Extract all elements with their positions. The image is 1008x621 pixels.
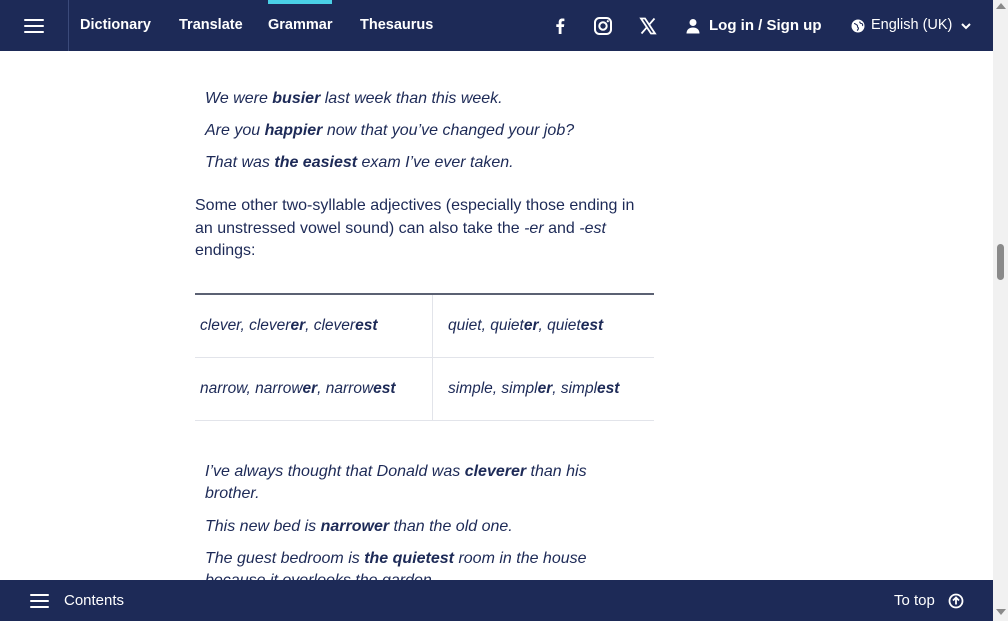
scroll-up-arrow-icon[interactable]: [996, 3, 1006, 9]
table-row: narrow, narrower, narrowest simple, simp…: [195, 357, 654, 421]
to-top-button[interactable]: To top: [894, 580, 964, 621]
chevron-down-icon: [961, 22, 972, 29]
contents-button[interactable]: Contents: [30, 580, 124, 621]
language-selector[interactable]: English (UK): [851, 0, 972, 51]
scroll-down-arrow-icon[interactable]: [996, 609, 1006, 615]
nav-link-dictionary[interactable]: Dictionary: [80, 0, 151, 51]
bottom-bar: Contents To top: [0, 580, 993, 621]
example-sentence: We were busier last week than this week.: [205, 90, 503, 107]
adjective-forms-table: clever, cleverer, cleverest quiet, quiet…: [195, 293, 654, 421]
arrow-up-circle-icon: [948, 593, 964, 608]
language-label: English (UK): [871, 17, 953, 33]
table-cell: simple, simpler, simplest: [432, 357, 654, 421]
top-nav-bar: Dictionary Translate Grammar Thesaurus L…: [0, 0, 993, 51]
example-sentence: Are you happier now that you’ve changed …: [205, 122, 575, 139]
page-scrollbar[interactable]: [993, 0, 1008, 621]
explanation-paragraph: Some other two-syllable adjectives (espe…: [195, 197, 635, 259]
table-cell: quiet, quieter, quietest: [432, 293, 654, 358]
user-icon: [686, 18, 700, 33]
x-icon[interactable]: [636, 14, 660, 38]
example-sentence: This new bed is narrower than the old on…: [205, 518, 513, 535]
menu-button[interactable]: [0, 0, 69, 51]
nav-link-grammar[interactable]: Grammar: [268, 0, 333, 51]
table-cell: narrow, narrower, narrowest: [195, 357, 433, 421]
to-top-label: To top: [894, 592, 935, 609]
hamburger-icon: [30, 590, 49, 612]
scrollbar-thumb[interactable]: [997, 244, 1004, 280]
example-sentence: I’ve always thought that Donald was clev…: [205, 463, 587, 502]
hamburger-icon: [24, 15, 44, 37]
table-row: clever, cleverer, cleverest quiet, quiet…: [195, 293, 654, 358]
nav-link-thesaurus[interactable]: Thesaurus: [360, 0, 433, 51]
login-signup-link[interactable]: Log in / Sign up: [686, 0, 821, 51]
contents-label: Contents: [64, 592, 125, 609]
example-sentence: That was the easiest exam I’ve ever take…: [205, 154, 514, 171]
globe-icon: [851, 19, 865, 32]
table-cell: clever, cleverer, cleverest: [195, 293, 433, 358]
facebook-icon[interactable]: [548, 14, 572, 38]
instagram-icon[interactable]: [591, 14, 615, 38]
login-label: Log in / Sign up: [709, 17, 822, 34]
nav-link-translate[interactable]: Translate: [179, 0, 243, 51]
